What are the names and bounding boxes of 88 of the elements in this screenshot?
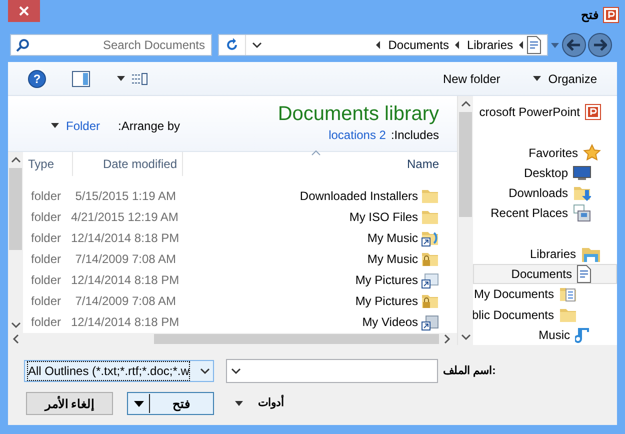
tools-dropdown[interactable]: أدوات	[228, 393, 290, 414]
vertical-scrollbar[interactable]	[8, 152, 23, 333]
table-cell-text: folder	[30, 250, 62, 268]
scroll-up-icon[interactable]	[10, 155, 20, 165]
arrange-by-label: :Arrange by	[118, 118, 180, 135]
presentation-app-icon	[585, 104, 601, 120]
right-arrow-icon	[593, 39, 607, 51]
nav-item[interactable]: crosoft PowerPoint	[473, 102, 617, 122]
file-item[interactable]: My Music	[176, 250, 457, 268]
videos-shortcut-icon	[421, 312, 439, 330]
vertical-scrollbar[interactable]	[458, 96, 473, 345]
close-button[interactable]	[8, 0, 40, 22]
file-name-label: اسم الملف:	[443, 364, 496, 379]
scroll-right-icon[interactable]	[442, 334, 452, 344]
nav-item[interactable]: blic Documents	[473, 304, 617, 325]
nav-item[interactable]: Libraries	[473, 244, 617, 264]
table-cell-text: folder	[30, 230, 62, 246]
nav-item[interactable]: Desktop	[473, 162, 617, 183]
scroll-left-icon[interactable]	[11, 334, 21, 344]
table-cell-text: folder	[30, 188, 62, 204]
file-item[interactable]: Downloaded Installers	[176, 186, 457, 204]
help-button[interactable]: ?	[22, 68, 52, 90]
table-cell-text: 12/14/2014 8:18 PM	[71, 314, 176, 330]
table-cell-text: folder	[30, 272, 62, 288]
download-folder-icon	[573, 184, 591, 202]
star-icon	[583, 144, 601, 162]
caret-icon	[134, 398, 144, 408]
nav-item[interactable]: My Documents	[473, 284, 617, 305]
file-item[interactable]: My ISO Files	[176, 208, 457, 226]
breadcrumb[interactable]: Libraries	[462, 36, 517, 54]
recent-pages-dropdown[interactable]	[550, 40, 560, 50]
nav-item[interactable]: Music	[473, 324, 617, 345]
locations-link[interactable]: locations 2	[328, 126, 386, 144]
pane-icon	[72, 70, 90, 86]
music-note-icon	[575, 326, 591, 343]
caret-icon	[532, 74, 542, 84]
presentation-app-icon	[603, 7, 619, 23]
scroll-up-icon[interactable]	[460, 99, 470, 109]
table-cell-text: 4/21/2015 12:19 AM	[71, 208, 176, 226]
close-icon	[19, 6, 29, 16]
caret-icon	[116, 74, 126, 84]
left-arrow-icon	[567, 39, 581, 51]
documents-folder-icon	[559, 285, 577, 304]
organize-menu[interactable]: Organize	[526, 68, 603, 90]
back-button[interactable]	[562, 33, 586, 57]
table-cell-text: folder	[30, 292, 62, 310]
table-cell-text: 12/14/2014 8:18 PM	[71, 230, 176, 246]
address-bar[interactable]: Documents Libraries	[218, 34, 548, 56]
file-name-field[interactable]	[226, 359, 438, 383]
column-header[interactable]: Name	[183, 152, 457, 176]
document-icon	[527, 36, 541, 54]
chevron-down-icon	[231, 366, 241, 376]
column-header[interactable]: Type	[23, 152, 73, 176]
chevron-down-icon	[200, 366, 210, 376]
refresh-icon	[225, 38, 239, 52]
recent-places-icon	[573, 204, 591, 222]
includes-label: :Includes	[390, 127, 439, 144]
arrange-by-dropdown[interactable]: Folder	[44, 115, 106, 137]
details-view-icon	[132, 72, 148, 84]
table-cell-text: 5/15/2015 1:19 AM	[74, 188, 176, 204]
new-folder-button[interactable]: New folder	[436, 68, 506, 90]
column-header[interactable]: Date modified	[73, 152, 183, 176]
table-cell-text: folder	[30, 314, 62, 330]
breadcrumb[interactable]: Documents	[384, 36, 453, 54]
forward-button[interactable]	[588, 33, 612, 57]
table-cell-text: 7/14/2009 7:08 AM	[74, 250, 176, 268]
search-field[interactable]: Search Documents	[10, 34, 212, 56]
nav-item[interactable]: Favorites	[473, 142, 617, 163]
window-title: فتح	[581, 7, 599, 24]
nav-item[interactable]: Recent Places	[473, 203, 617, 224]
table-cell-text: folder	[30, 208, 62, 226]
scroll-down-icon[interactable]	[460, 332, 470, 342]
pictures-shortcut-icon	[421, 270, 439, 288]
file-type-dropdown[interactable]: All Outlines (*.txt;*.rtf;*.doc;*.w	[24, 360, 214, 382]
nav-item[interactable]: Downloads	[473, 183, 617, 204]
chevron-down-icon	[252, 40, 262, 50]
monitor-icon	[573, 166, 591, 180]
horizontal-scrollbar[interactable]	[8, 333, 457, 345]
document-icon	[577, 265, 591, 284]
cancel-button[interactable]: إلغاء الأمر	[26, 392, 113, 415]
library-title: Documents library	[278, 102, 439, 126]
table-cell-text: 7/14/2009 7:08 AM	[74, 292, 176, 310]
scroll-down-icon[interactable]	[10, 320, 20, 330]
open-split-button[interactable]: فتح	[127, 392, 214, 415]
table-cell-text: 12/14/2014 8:18 PM	[71, 272, 176, 288]
caret-icon	[234, 398, 244, 408]
file-item[interactable]: My Pictures	[176, 292, 457, 310]
nav-item[interactable]: Documents	[473, 264, 617, 284]
